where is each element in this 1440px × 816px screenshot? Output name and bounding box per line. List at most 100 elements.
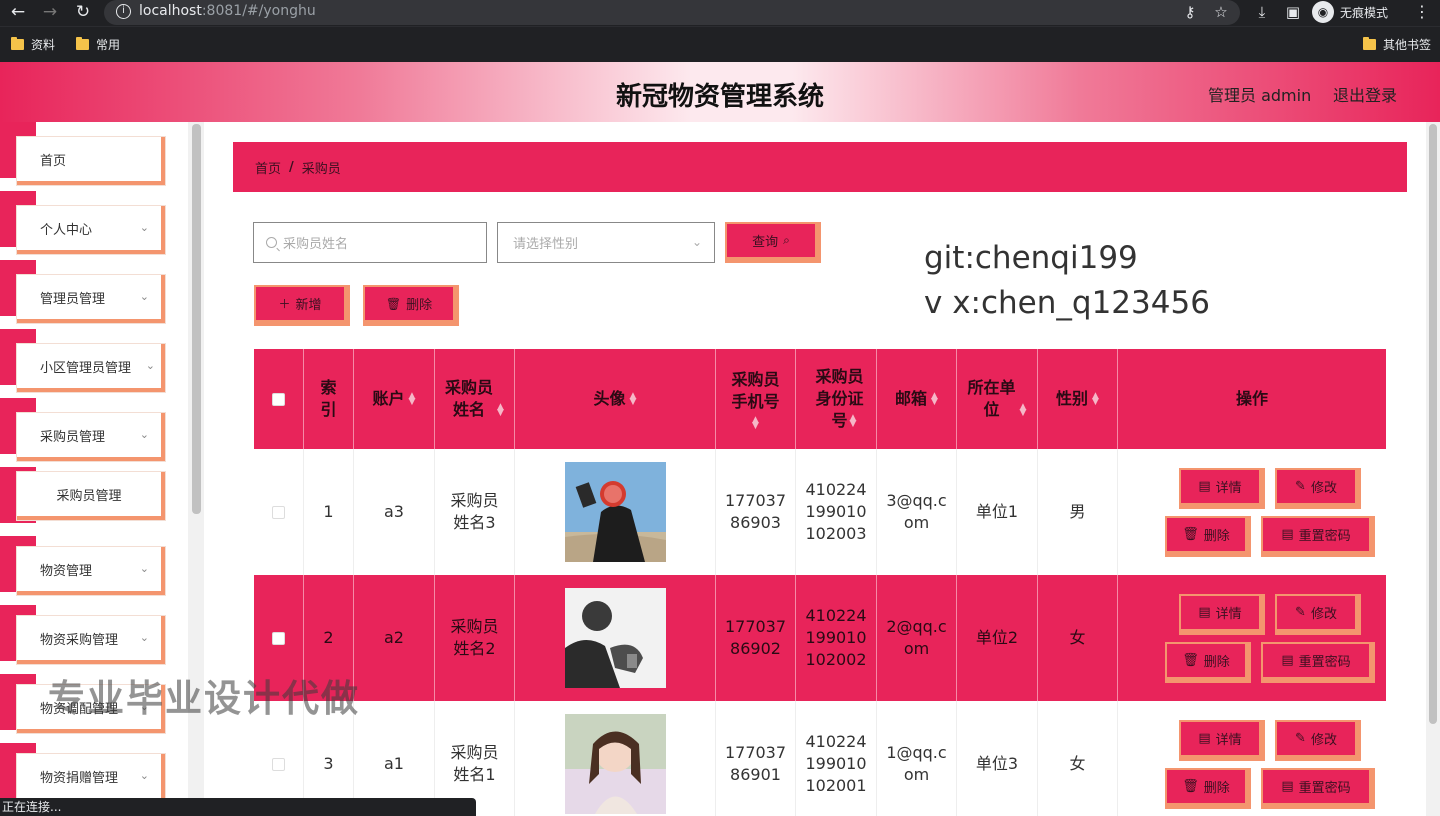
avatar[interactable] [564, 714, 666, 814]
cell-ops [1118, 449, 1386, 575]
edit-button[interactable]: ✎ 修改 [1277, 470, 1359, 507]
cell-idcard: 410224 199010 102002 [796, 575, 877, 701]
sidebar-item-profile[interactable]: 个人中心 ⌄ [17, 206, 165, 254]
bookmark-label: 常用 [96, 38, 121, 52]
col-unit[interactable]: 所在单 位 ▲ ▼ [957, 349, 1038, 449]
reload-icon[interactable]: ↻ [71, 1, 95, 23]
col-phone[interactable]: 采购员 手机号 ▲ ▼ [716, 349, 796, 449]
row-checkbox[interactable] [272, 757, 285, 771]
other-bookmarks[interactable]: 其他书签 [1363, 36, 1431, 53]
sort-icon[interactable]: ▲ ▼ [850, 414, 857, 429]
back-icon[interactable]: ← [6, 1, 30, 23]
url-host: localhost [139, 3, 202, 19]
forward-icon[interactable]: → [38, 1, 62, 23]
logout-link[interactable]: 退出登录 [1333, 82, 1397, 106]
download-icon[interactable]: ⤓ [1251, 2, 1273, 22]
sidebar-subitem-buyer[interactable]: 采购员管理 [17, 472, 165, 520]
bookmark-folder-1[interactable]: 资料 [11, 36, 55, 53]
breadcrumb-home[interactable]: 首页 [255, 158, 281, 177]
col-email[interactable]: 邮箱 ▲ ▼ [877, 349, 957, 449]
col-name[interactable]: 采购员 姓名 ▲ ▼ [435, 349, 515, 449]
trash-icon: 🗑 [1182, 653, 1199, 668]
cell-idcard: 410224 199010 102003 [796, 449, 877, 575]
row-checkbox[interactable] [272, 505, 285, 519]
chevron-down-icon: ⌄ [139, 769, 149, 782]
col-account[interactable]: 账户 ▲ ▼ [354, 349, 435, 449]
sidebar-item-supplies[interactable]: 物资管理 ⌄ [17, 547, 165, 595]
sort-icon[interactable]: ▲ ▼ [409, 392, 416, 407]
sidebar-scrollbar-thumb[interactable] [192, 124, 201, 514]
delete-button[interactable]: 🗑 删除 [1167, 770, 1249, 807]
select-all-checkbox-cell [254, 349, 304, 449]
detail-button[interactable]: ▤ 详情 [1181, 596, 1263, 633]
sort-icon[interactable]: ▲ ▼ [1020, 403, 1027, 418]
detail-button[interactable]: ▤ 详情 [1181, 722, 1263, 759]
wx-watermark: v x:chen_q123456 [924, 285, 1210, 321]
cell-gender: 女 [1038, 701, 1118, 816]
edit-button[interactable]: ✎ 修改 [1277, 596, 1359, 633]
add-button[interactable]: ＋ 新增 [256, 287, 348, 324]
col-index[interactable]: 索 引 [304, 349, 354, 449]
folder-icon [76, 37, 89, 50]
sort-icon[interactable]: ▲ ▼ [752, 416, 759, 431]
query-button[interactable]: 查询 ⌕ [727, 224, 819, 261]
query-button-label: 查询 [752, 235, 779, 250]
edit-button[interactable]: ✎ 修改 [1277, 722, 1359, 759]
sidebar-item-admin[interactable]: 管理员管理 ⌄ [17, 275, 165, 323]
sort-icon[interactable]: ▲ ▼ [630, 392, 637, 407]
sidebar-subitem-label: 采购员管理 [56, 488, 122, 504]
sidepanel-icon[interactable]: ▣ [1282, 2, 1304, 22]
delete-button[interactable]: 🗑 删除 [1167, 518, 1249, 555]
avatar[interactable] [564, 462, 666, 562]
delete-button[interactable]: 🗑 删除 [1167, 644, 1249, 681]
col-gender[interactable]: 性别 ▲ ▼ [1038, 349, 1118, 449]
delete-button-label: 删除 [1203, 529, 1230, 544]
sidebar-item-label: 物资管理 [40, 563, 93, 579]
sort-icon[interactable]: ▲ ▼ [497, 403, 504, 418]
detail-button-label: 详情 [1215, 481, 1242, 496]
col-avatar[interactable]: 头像 ▲ ▼ [515, 349, 716, 449]
chevron-down-icon: ⌄ [139, 221, 149, 234]
reset-password-button[interactable]: ▤ 重置密码 [1263, 770, 1373, 807]
detail-button-label: 详情 [1215, 733, 1242, 748]
col-idcard[interactable]: 采购员 身份证 号 ▲ ▼ [796, 349, 877, 449]
cell-unit: 单位1 [957, 449, 1038, 575]
sidebar-item-community-admin[interactable]: 小区管理员管理 ⌄ [17, 344, 165, 392]
page-scrollbar-thumb[interactable] [1429, 124, 1437, 724]
bookmark-folder-2[interactable]: 常用 [76, 36, 120, 53]
sidebar-item-buyer[interactable]: 采购员管理 ⌄ [17, 413, 165, 461]
sidebar-item-purchase[interactable]: 物资采购管理 ⌄ [17, 616, 165, 664]
url-text: localhost:8081/#/yonghu [139, 3, 316, 19]
reset-password-button[interactable]: ▤ 重置密码 [1263, 518, 1373, 555]
detail-button-label: 详情 [1215, 607, 1242, 622]
star-icon[interactable]: ☆ [1210, 2, 1232, 22]
incognito-badge[interactable]: ◉ 无痕模式 [1312, 1, 1388, 23]
cell-avatar [515, 575, 716, 701]
site-info-icon[interactable]: i [116, 4, 131, 19]
reset-password-label: 重置密码 [1298, 529, 1351, 544]
browser-menu-icon[interactable]: ⋮ [1414, 2, 1430, 22]
cell-avatar [515, 449, 716, 575]
chevron-down-icon: ⌄ [139, 428, 149, 441]
breadcrumb-separator: / [289, 159, 294, 175]
sort-icon[interactable]: ▲ ▼ [1092, 392, 1099, 407]
address-bar[interactable]: i localhost:8081/#/yonghu [104, 0, 1240, 25]
table-header: 索 引 账户 ▲ ▼ 采购员 姓名 ▲ ▼ 头像 ▲ ▼ 采购员 手机号 ▲ ▼ 采购员 身份证… [254, 349, 1386, 449]
key-icon[interactable]: ⚷ [1179, 2, 1201, 22]
buyer-name-search-input[interactable]: 采购员姓名 [253, 222, 487, 263]
sort-icon[interactable]: ▲ ▼ [931, 392, 938, 407]
sidebar-item-donation[interactable]: 物资捐赠管理 ⌄ [17, 754, 165, 802]
reset-password-button[interactable]: ▤ 重置密码 [1263, 644, 1373, 681]
cell-email: 2@qq.c om [877, 575, 957, 701]
batch-delete-button[interactable]: 🗑 删除 [365, 287, 457, 324]
avatar[interactable] [564, 588, 666, 688]
select-all-checkbox[interactable] [272, 392, 285, 406]
row-checkbox[interactable] [272, 631, 285, 645]
gender-select[interactable]: 请选择性别 ⌄ [497, 222, 715, 263]
sidebar-item-home[interactable]: 首页 [17, 137, 165, 185]
col-ops: 操作 [1118, 349, 1386, 449]
detail-button[interactable]: ▤ 详情 [1181, 470, 1263, 507]
table-row: 2 a2 采购员 姓名2 177037 86902 410224 199010 … [254, 575, 1386, 701]
col-index-label: 索 引 [320, 378, 337, 419]
chevron-down-icon: ⌄ [139, 562, 149, 575]
